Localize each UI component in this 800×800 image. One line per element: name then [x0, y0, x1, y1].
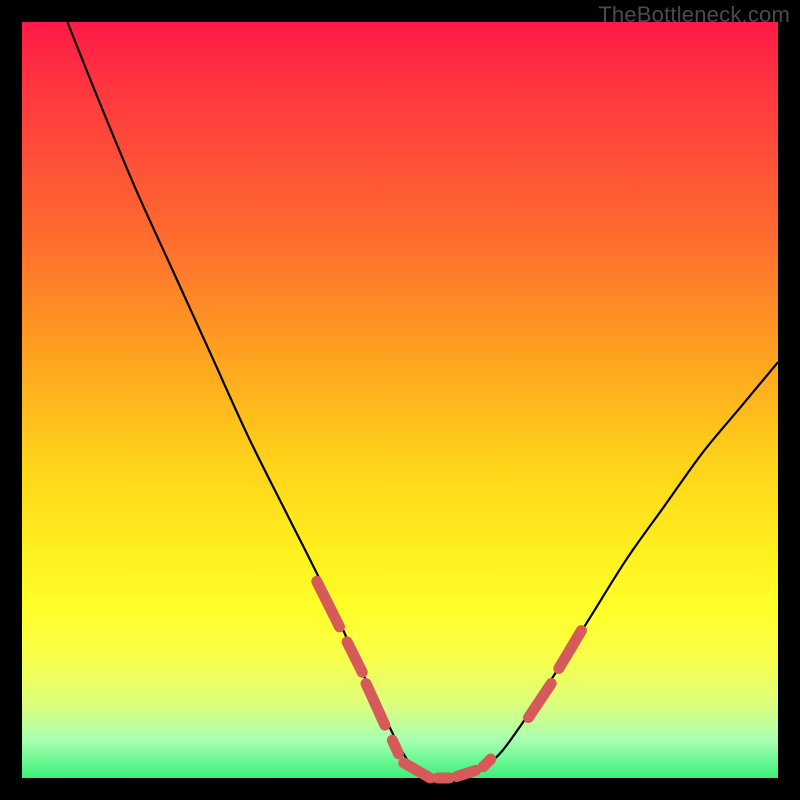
highlight-segment	[347, 642, 362, 672]
highlight-segment	[529, 684, 552, 718]
highlight-segment	[483, 759, 491, 767]
plot-area	[22, 22, 778, 778]
highlight-segment	[559, 631, 582, 669]
bottleneck-curve	[22, 22, 778, 778]
curve-highlights	[317, 581, 582, 778]
highlight-segment	[457, 770, 476, 776]
curve-path	[67, 22, 778, 779]
highlight-segment	[404, 763, 430, 778]
watermark-text: TheBottleneck.com	[598, 2, 790, 28]
highlight-segment	[317, 581, 340, 626]
highlight-segment	[392, 740, 398, 754]
chart-frame: TheBottleneck.com	[0, 0, 800, 800]
highlight-segment	[366, 684, 385, 726]
